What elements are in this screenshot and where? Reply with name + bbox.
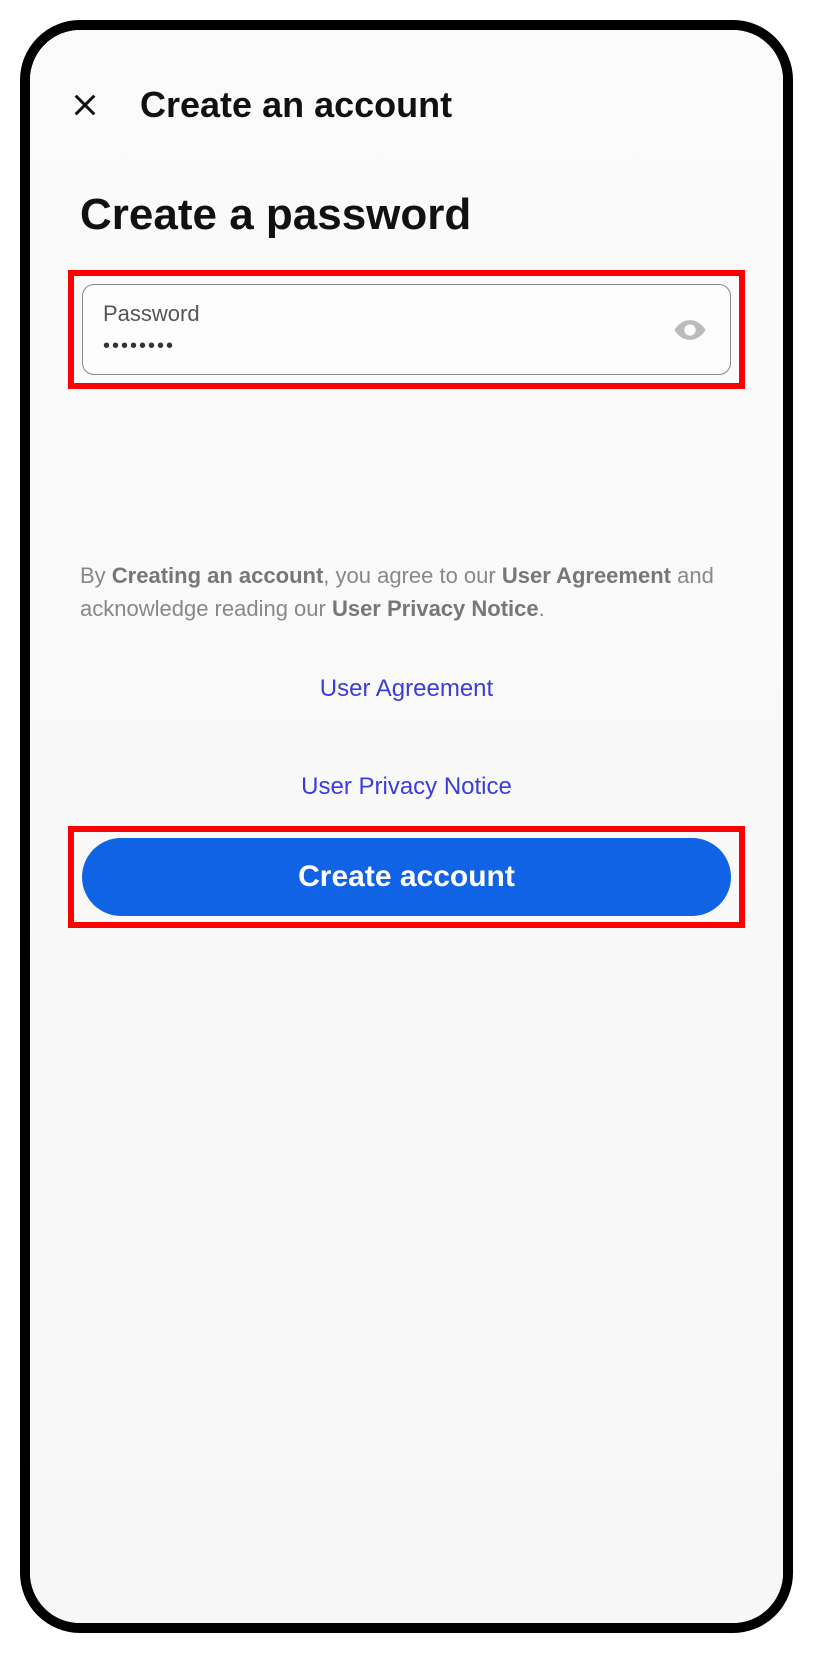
create-account-button[interactable]: Create account: [82, 838, 731, 916]
header: Create an account: [60, 60, 753, 170]
password-inner: Password ••••••••: [103, 301, 670, 358]
header-title: Create an account: [140, 84, 452, 126]
password-label: Password: [103, 301, 670, 327]
legal-prefix: By: [80, 563, 112, 588]
legal-bold-privacy: User Privacy Notice: [332, 596, 539, 621]
phone-frame: Create an account Create a password Pass…: [20, 20, 793, 1633]
password-value: ••••••••: [103, 335, 670, 358]
password-field[interactable]: Password ••••••••: [82, 284, 731, 375]
close-icon: [71, 91, 99, 119]
user-privacy-link[interactable]: User Privacy Notice: [301, 773, 512, 801]
page-title: Create a password: [80, 190, 753, 240]
close-button[interactable]: [60, 80, 110, 130]
legal-text: By Creating an account, you agree to our…: [80, 559, 733, 625]
eye-icon: [673, 313, 707, 347]
highlight-password-box: Password ••••••••: [68, 270, 745, 389]
highlight-create-button-box: Create account: [68, 826, 745, 928]
legal-suffix: .: [539, 596, 545, 621]
user-agreement-link[interactable]: User Agreement: [320, 675, 493, 703]
legal-mid1: , you agree to our: [323, 563, 502, 588]
legal-bold-agreement: User Agreement: [502, 563, 671, 588]
toggle-password-visibility[interactable]: [670, 310, 710, 350]
screen: Create an account Create a password Pass…: [30, 30, 783, 1623]
legal-bold-creating: Creating an account: [112, 563, 323, 588]
user-agreement-row: User Agreement: [60, 675, 753, 703]
user-privacy-row: User Privacy Notice: [60, 773, 753, 801]
